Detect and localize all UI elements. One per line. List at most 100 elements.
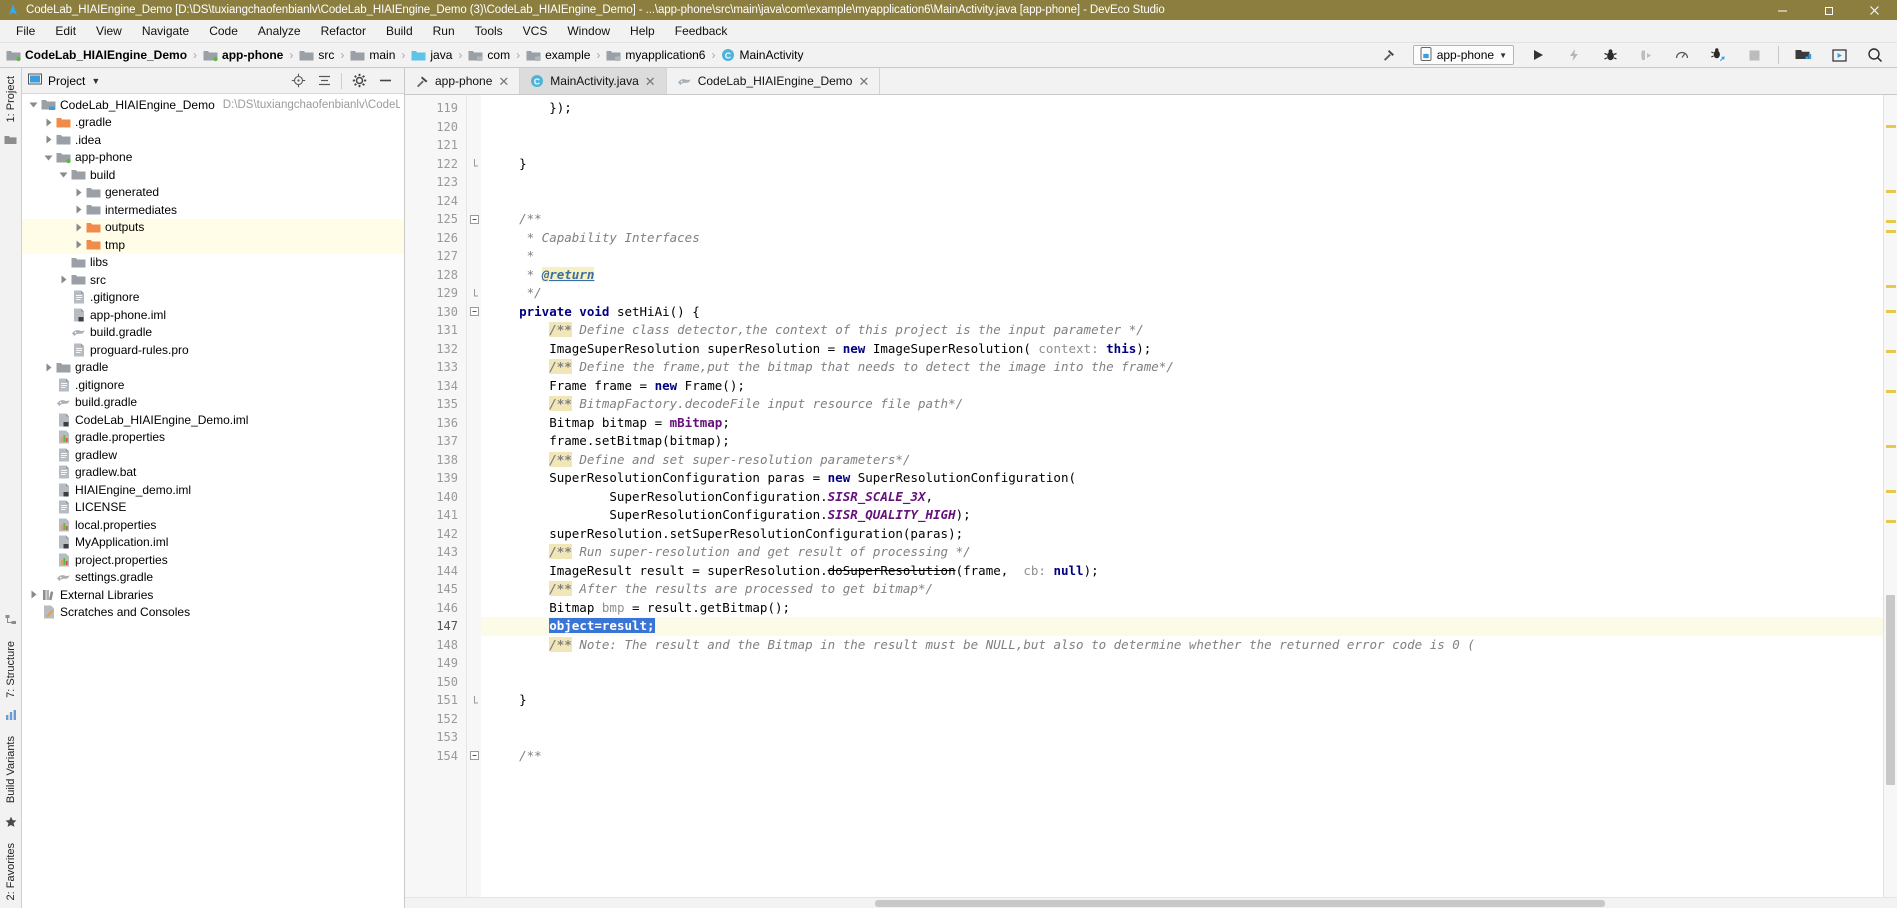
structure-icon[interactable] [5,614,17,629]
hammer-icon[interactable] [1371,43,1407,67]
editor-warning-marker[interactable] [1886,490,1896,493]
tree-row[interactable]: CodeLab_HIAIEngine_Demo.iml [22,411,404,429]
tree-row[interactable]: .gitignore [22,376,404,394]
favorites-icon[interactable] [5,816,17,831]
menu-item-code[interactable]: Code [199,22,248,40]
tree-row[interactable]: build.gradle [22,394,404,412]
project-tree[interactable]: CodeLab_HIAIEngine_Demo D:\DS\tuxiangchao… [22,94,404,908]
locate-icon[interactable] [285,69,311,93]
menu-item-feedback[interactable]: Feedback [665,22,738,40]
code-line[interactable]: Bitmap bitmap = mBitmap; [481,414,1883,433]
editor-warning-marker[interactable] [1886,445,1896,448]
stop-icon[interactable] [1736,43,1772,67]
code-line[interactable]: } [481,691,1883,710]
tree-row[interactable]: generated [22,184,404,202]
code-line[interactable]: /** [481,747,1883,766]
twisty-right-icon[interactable] [43,134,54,145]
tree-row[interactable]: settings.gradle [22,569,404,587]
fold-marker-start[interactable] [467,747,481,766]
tree-row[interactable]: gradle [22,359,404,377]
editor-warning-marker[interactable] [1886,520,1896,523]
chevron-down-icon[interactable]: ▼ [1499,51,1507,60]
editor-tab-mainactivity-java[interactable]: C MainActivity.java ✕ [520,68,667,94]
code-line[interactable]: SuperResolutionConfiguration.SISR_SCALE_… [481,488,1883,507]
horizontal-scroll-thumb[interactable] [875,900,1605,907]
code-line[interactable]: SuperResolutionConfiguration.SISR_QUALIT… [481,506,1883,525]
code-line[interactable]: superResolution.setSuperResolutionConfig… [481,525,1883,544]
code-line[interactable] [481,192,1883,211]
breadcrumb-item-java[interactable]: java [411,48,452,62]
tree-row[interactable]: libs [22,254,404,272]
code-line[interactable]: /** [481,210,1883,229]
menu-item-edit[interactable]: Edit [45,22,86,40]
code-line[interactable] [481,118,1883,137]
editor-warning-marker[interactable] [1886,125,1896,128]
breadcrumb-item-app-phone[interactable]: app-phone [203,48,283,62]
debug-config-icon[interactable] [1700,43,1736,67]
close-icon[interactable]: ✕ [645,75,656,88]
twisty-down-icon[interactable] [58,169,69,180]
twisty-right-icon[interactable] [73,239,84,250]
tool-window-project[interactable]: 1: Project [5,72,17,126]
search-icon[interactable] [1857,43,1893,67]
code-line[interactable]: /** Define class detector,the context of… [481,321,1883,340]
editor-warning-marker[interactable] [1886,350,1896,353]
fold-marker-end[interactable] [467,155,481,174]
close-icon[interactable]: ✕ [498,75,509,88]
tool-window-favorites[interactable]: 2: Favorites [5,839,17,904]
code-line[interactable]: /** BitmapFactory.decodeFile input resou… [481,395,1883,414]
breadcrumb-item-src[interactable]: src [299,48,334,62]
tool-window-build-variants[interactable]: Build Variants [5,732,17,807]
menu-item-window[interactable]: Window [557,22,620,40]
debug-icon[interactable] [1592,43,1628,67]
tree-row[interactable]: local.properties [22,516,404,534]
code-line[interactable]: frame.setBitmap(bitmap); [481,432,1883,451]
menu-item-refactor[interactable]: Refactor [311,22,376,40]
editor-tab-codelab-hiaiengine-demo[interactable]: CodeLab_HIAIEngine_Demo ✕ [666,68,881,94]
menu-item-analyze[interactable]: Analyze [248,22,311,40]
tree-row[interactable]: Scratches and Consoles [22,604,404,622]
editor-warning-marker[interactable] [1886,230,1896,233]
profiler-icon[interactable] [1664,43,1700,67]
tree-row[interactable]: app-phone.iml [22,306,404,324]
editor-warning-marker[interactable] [1886,285,1896,288]
horizontal-scrollbar[interactable] [405,897,1897,908]
settings-gear-icon[interactable] [346,69,372,93]
tree-row[interactable]: gradlew.bat [22,464,404,482]
tree-row[interactable]: proguard-rules.pro [22,341,404,359]
run-configuration-selector[interactable]: app-phone ▼ [1412,45,1514,65]
code-line[interactable]: /** Note: The result and the Bitmap in t… [481,636,1883,655]
tree-row[interactable]: External Libraries [22,586,404,604]
code-line[interactable]: object=result; [481,617,1883,636]
breadcrumb-item-mainactivity[interactable]: C MainActivity [721,48,803,62]
tree-row[interactable]: MyApplication.iml [22,534,404,552]
twisty-right-icon[interactable] [43,362,54,373]
code-folding-gutter[interactable] [467,95,481,897]
tool-window-structure[interactable]: 7: Structure [5,637,17,702]
chevron-down-icon[interactable]: ▼ [91,76,100,86]
menu-item-tools[interactable]: Tools [465,22,513,40]
code-line[interactable]: /** Run super-resolution and get result … [481,543,1883,562]
code-line[interactable] [481,710,1883,729]
code-text[interactable]: }); } /** * Capability Interfaces * * @r… [481,95,1883,897]
code-line[interactable]: * [481,247,1883,266]
twisty-down-icon[interactable] [43,152,54,163]
twisty-right-icon[interactable] [43,117,54,128]
tree-row[interactable]: app-phone [22,149,404,167]
vertical-scroll-thumb[interactable] [1886,595,1895,785]
tree-row[interactable]: build.gradle [22,324,404,342]
twisty-right-icon[interactable] [73,222,84,233]
editor-warning-marker[interactable] [1886,190,1896,193]
code-line[interactable]: } [481,155,1883,174]
breadcrumb-item-myapplication6[interactable]: myapplication6 [606,48,705,62]
code-line[interactable]: SuperResolutionConfiguration paras = new… [481,469,1883,488]
editor-warning-marker[interactable] [1886,310,1896,313]
tree-row[interactable]: src [22,271,404,289]
code-line[interactable]: */ [481,284,1883,303]
fold-marker-end[interactable] [467,284,481,303]
tree-row[interactable]: HIAIEngine_demo.iml [22,481,404,499]
tree-row[interactable]: LICENSE [22,499,404,517]
code-line[interactable]: private void setHiAi() { [481,303,1883,322]
code-line[interactable] [481,728,1883,747]
minimize-button[interactable] [1759,0,1805,20]
